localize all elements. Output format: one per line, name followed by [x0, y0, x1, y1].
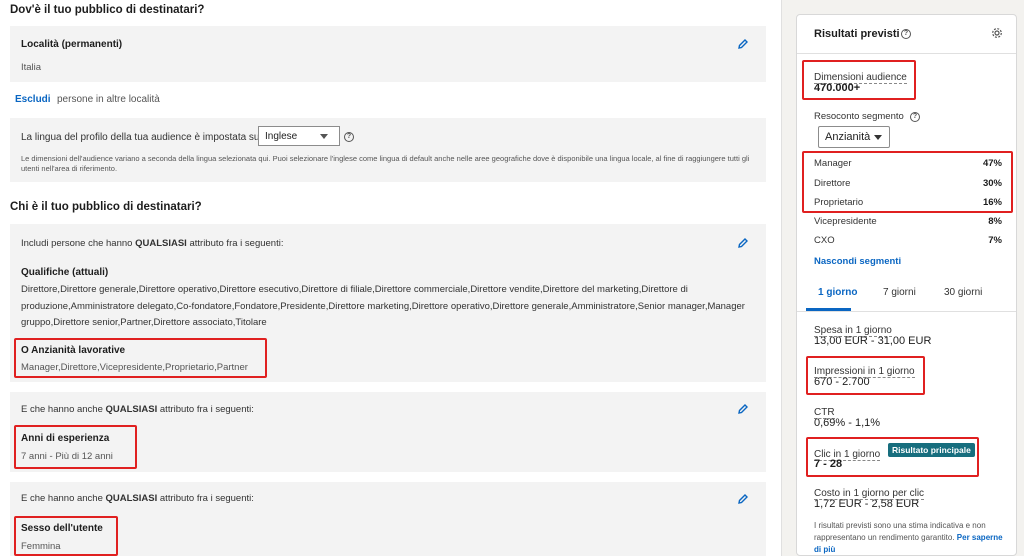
segment-pct: 30% [982, 178, 1002, 189]
and-bold: QUALSIASI [105, 404, 158, 415]
segment-pct: 16% [982, 197, 1002, 208]
experience-label: Anni di esperienza [21, 433, 110, 444]
seniority-value: Manager,Direttore,Vicepresidente,Proprie… [21, 362, 248, 373]
highlight-box [14, 425, 137, 469]
help-icon[interactable]: ? [344, 132, 354, 142]
gender-label: Sesso dell'utente [21, 523, 103, 534]
forecast-title-text: Risultati previsti [814, 28, 900, 40]
forecast-title: Risultati previsti [814, 28, 900, 40]
targeting-panel: Dov'è il tuo pubblico di destinatari? Lo… [0, 0, 781, 556]
include-prefix: Includi persone che hanno [21, 238, 133, 249]
who-heading: Chi è il tuo pubblico di destinatari? [10, 201, 202, 213]
chevron-down-icon [320, 134, 328, 139]
segment-name: CXO [814, 235, 835, 246]
help-icon[interactable]: ? [910, 112, 920, 122]
hide-segments-link[interactable]: Nascondi segmenti [814, 256, 901, 267]
and-prefix: E che hanno anche [21, 493, 103, 504]
clicks-value: 7 - 28 [814, 458, 843, 470]
segment-dropdown-value: Anzianità [825, 131, 871, 143]
spend-value: 13,00 EUR - 31,00 EUR [814, 335, 932, 347]
segment-label: Resoconto segmento [814, 111, 904, 122]
include-suffix: attributo fra i seguenti: [189, 238, 284, 249]
divider [797, 311, 1016, 312]
seniority-label: O Anzianità lavorative [21, 345, 126, 356]
exclude-link[interactable]: Escludi [15, 94, 51, 105]
segment-name: Direttore [814, 178, 851, 189]
segment-pct: 8% [988, 216, 1002, 227]
titles-label: Qualifiche (attuali) [21, 267, 109, 278]
segment-name: Proprietario [814, 197, 864, 208]
tab-1-day[interactable]: 1 giorno [818, 287, 857, 298]
segment-pct: 7% [988, 235, 1002, 246]
segment-name: Vicepresidente [814, 216, 877, 227]
audience-size-value: 470.000+ [814, 82, 861, 94]
and-suffix: attributo fra i seguenti: [159, 404, 254, 415]
titles-value: Direttore,Direttore generale,Direttore o… [21, 284, 745, 328]
gear-icon[interactable] [991, 27, 1003, 39]
exclude-text: persone in altre località [57, 94, 160, 105]
location-value: Italia [21, 62, 42, 73]
and-rule-1: E che hanno anche QUALSIASI attributo fr… [21, 402, 756, 419]
language-select-value: Inglese [265, 131, 298, 142]
cpc-value: 1,72 EUR - 2,58 EUR [814, 498, 920, 510]
segment-name: Manager [814, 158, 852, 169]
experience-value: 7 anni - Più di 12 anni [21, 451, 113, 462]
segment-pct: 47% [982, 158, 1002, 169]
language-note: Le dimensioni dell'audience variano a se… [21, 154, 750, 173]
location-label: Località (permanenti) [21, 39, 123, 50]
location-card: Località (permanenti) Italia [10, 26, 766, 82]
help-icon[interactable]: ? [901, 29, 911, 39]
divider [781, 0, 782, 556]
tab-30-days[interactable]: 30 giorni [944, 287, 982, 298]
include-rule: Includi persone che hanno QUALSIASI attr… [21, 236, 756, 253]
tab-7-days[interactable]: 7 giorni [883, 287, 916, 298]
and-bold: QUALSIASI [105, 493, 158, 504]
language-text: La lingua del profilo della tua audience… [21, 132, 260, 143]
and-prefix: E che hanno anche [21, 404, 103, 415]
caret-down-icon [874, 135, 882, 140]
edit-pencil-icon[interactable] [737, 38, 749, 50]
and-rule-2: E che hanno anche QUALSIASI attributo fr… [21, 491, 756, 508]
primary-result-badge: Risultato principale [888, 443, 975, 457]
where-heading: Dov'è il tuo pubblico di destinatari? [10, 4, 205, 16]
gender-value: Femmina [21, 541, 61, 552]
divider [797, 53, 1016, 54]
forecast-footnote: I risultati previsti sono una stima indi… [814, 520, 1010, 555]
segment-dropdown[interactable]: Anzianità [818, 126, 890, 148]
and-suffix: attributo fra i seguenti: [159, 493, 254, 504]
include-bold: QUALSIASI [135, 238, 187, 249]
impressions-value: 670 - 2.700 [814, 376, 870, 388]
forecast-panel: Risultati previsti ? Dimensioni audience… [796, 14, 1017, 556]
ctr-value: 0,69% - 1,1% [814, 417, 881, 429]
